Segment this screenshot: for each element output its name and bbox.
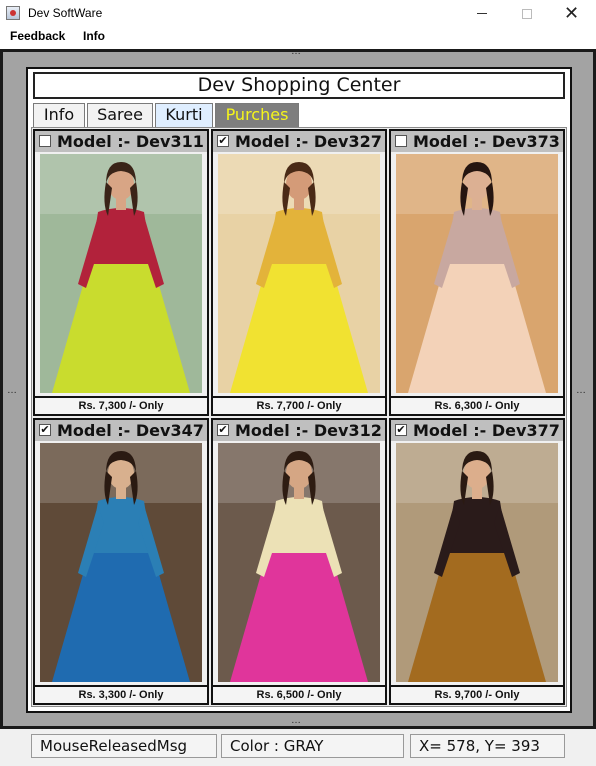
- card-header: ✔ Model :- Dev377: [391, 420, 563, 441]
- shop-title: Dev Shopping Center: [33, 72, 565, 99]
- product-photo[interactable]: [40, 154, 202, 393]
- menu-bar: Feedback Info: [0, 27, 596, 47]
- price-label: Rs. 9,700 /- Only: [391, 685, 563, 703]
- select-checkbox[interactable]: [39, 135, 51, 147]
- model-label: Model :- Dev377: [413, 421, 560, 440]
- product-card[interactable]: Model :- Dev311 Rs. 7,300 /- Only: [33, 129, 209, 416]
- price-label: Rs. 6,500 /- Only: [213, 685, 385, 703]
- tab-saree[interactable]: Saree: [87, 103, 153, 127]
- model-label: Model :- Dev347: [57, 421, 204, 440]
- status-color: Color : GRAY: [221, 734, 404, 758]
- product-photo[interactable]: [218, 154, 380, 393]
- tab-purches[interactable]: Purches: [215, 103, 299, 127]
- select-checkbox[interactable]: ✔: [395, 424, 407, 436]
- shop-window: Dev Shopping Center Info Saree Kurti Pur…: [26, 67, 572, 713]
- product-grid: Model :- Dev311 Rs. 7,300 /- Only ✔ Mode…: [31, 127, 567, 707]
- top-split-handle[interactable]: …: [291, 46, 301, 57]
- product-card[interactable]: Model :- Dev373 Rs. 6,300 /- Only: [389, 129, 565, 416]
- price-label: Rs. 7,300 /- Only: [35, 396, 207, 414]
- price-label: Rs. 3,300 /- Only: [35, 685, 207, 703]
- product-card[interactable]: ✔ Model :- Dev347 Rs. 3,300 /- Only: [33, 418, 209, 705]
- card-header: Model :- Dev373: [391, 131, 563, 152]
- select-checkbox[interactable]: ✔: [217, 424, 229, 436]
- model-label: Model :- Dev311: [57, 132, 204, 151]
- product-photo[interactable]: [396, 154, 558, 393]
- tab-kurti[interactable]: Kurti: [155, 103, 213, 127]
- model-label: Model :- Dev327: [235, 132, 382, 151]
- card-header: ✔ Model :- Dev312: [213, 420, 385, 441]
- maximize-button[interactable]: [504, 0, 549, 27]
- close-button[interactable]: ✕: [549, 0, 594, 27]
- left-split-handle[interactable]: …: [7, 385, 17, 396]
- window-title: Dev SoftWare: [28, 6, 103, 20]
- price-label: Rs. 7,700 /- Only: [213, 396, 385, 414]
- product-card[interactable]: ✔ Model :- Dev377 Rs. 9,700 /- Only: [389, 418, 565, 705]
- window-titlebar[interactable]: Dev SoftWare ✕: [0, 0, 596, 27]
- minimize-icon: [476, 13, 487, 14]
- product-photo[interactable]: [218, 443, 380, 682]
- card-header: ✔ Model :- Dev327: [213, 131, 385, 152]
- product-card[interactable]: ✔ Model :- Dev312 Rs. 6,500 /- Only: [211, 418, 387, 705]
- model-label: Model :- Dev312: [235, 421, 382, 440]
- product-photo[interactable]: [40, 443, 202, 682]
- bottom-split-handle[interactable]: …: [291, 715, 301, 726]
- card-header: ✔ Model :- Dev347: [35, 420, 207, 441]
- product-photo[interactable]: [396, 443, 558, 682]
- maximize-icon: [521, 8, 532, 19]
- menu-feedback[interactable]: Feedback: [10, 29, 65, 43]
- app-icon: [6, 6, 20, 20]
- minimize-button[interactable]: [459, 0, 504, 27]
- select-checkbox[interactable]: ✔: [39, 424, 51, 436]
- menu-info[interactable]: Info: [83, 29, 105, 43]
- right-split-handle[interactable]: …: [576, 385, 586, 396]
- status-message: MouseReleasedMsg: [31, 734, 217, 758]
- status-bar: MouseReleasedMsg Color : GRAY X= 578, Y=…: [0, 729, 596, 766]
- close-icon: ✕: [563, 3, 580, 23]
- product-card[interactable]: ✔ Model :- Dev327 Rs. 7,700 /- Only: [211, 129, 387, 416]
- model-label: Model :- Dev373: [413, 132, 560, 151]
- select-checkbox[interactable]: [395, 135, 407, 147]
- main-frame: … … … … Dev Shopping Center Info Saree K…: [0, 46, 596, 729]
- select-checkbox[interactable]: ✔: [217, 135, 229, 147]
- price-label: Rs. 6,300 /- Only: [391, 396, 563, 414]
- status-coordinates: X= 578, Y= 393: [410, 734, 565, 758]
- card-header: Model :- Dev311: [35, 131, 207, 152]
- tab-info[interactable]: Info: [33, 103, 85, 127]
